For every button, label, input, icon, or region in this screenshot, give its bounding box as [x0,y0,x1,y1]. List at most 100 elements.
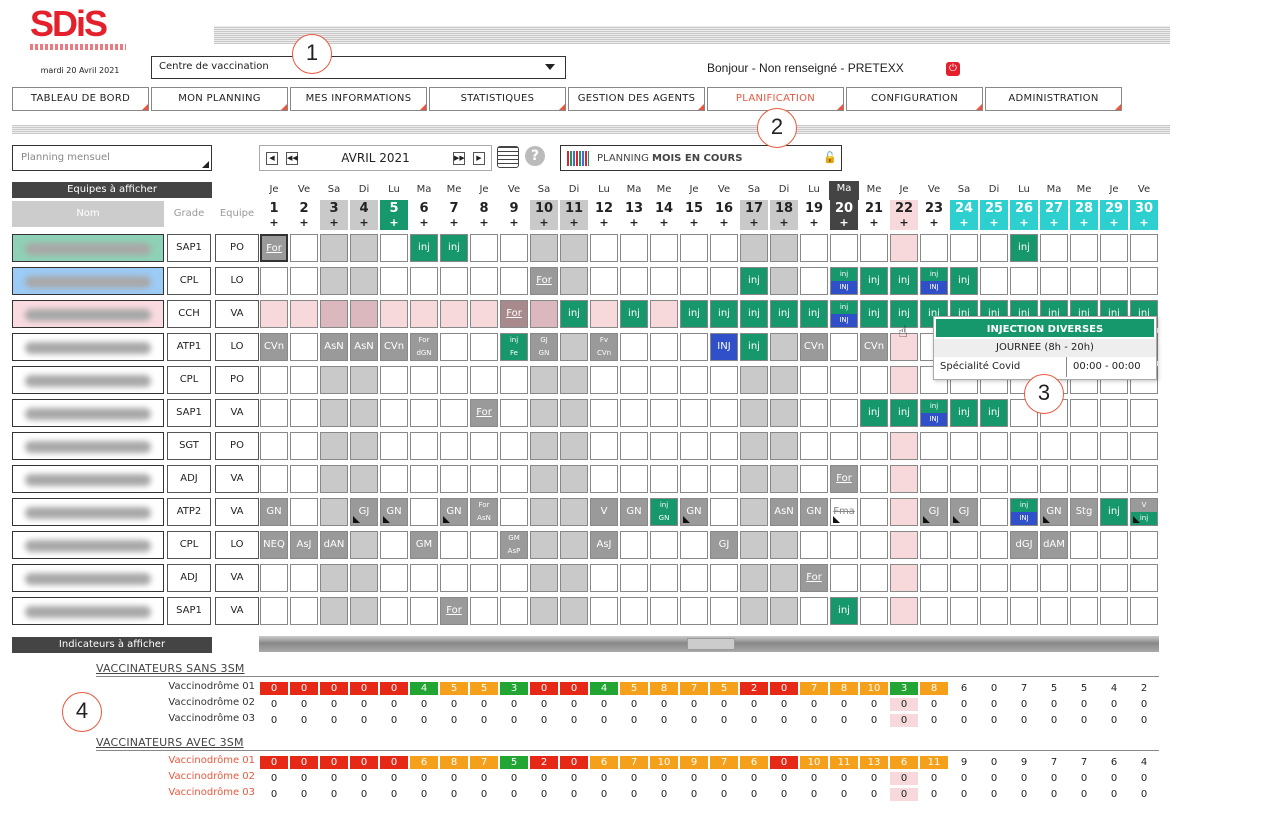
planning-cell[interactable] [890,234,918,262]
planning-cell[interactable] [410,498,438,526]
planning-cell[interactable]: For [440,597,468,625]
planning-cell[interactable] [590,399,618,427]
planning-cell[interactable] [380,564,408,592]
planning-cell[interactable]: NEQ [260,531,288,559]
add-shift-icon[interactable]: + [800,216,828,230]
planning-cell[interactable] [470,366,498,394]
planning-cell[interactable] [620,564,648,592]
planning-cell[interactable] [800,531,828,559]
planning-cell[interactable] [950,465,978,493]
planning-cell[interactable] [620,531,648,559]
day-header[interactable]: 7 + [440,200,468,230]
day-header[interactable]: 30 + [1130,200,1158,230]
planning-cell[interactable] [770,564,798,592]
planning-cell[interactable] [260,399,288,427]
splitter-handle-icon[interactable] [687,638,735,650]
planning-cell[interactable] [560,531,588,559]
planning-cell[interactable] [530,531,558,559]
day-header[interactable]: 4 + [350,200,378,230]
planning-cell[interactable] [1100,399,1128,427]
day-header[interactable]: 8 + [470,200,498,230]
planning-cell[interactable] [410,465,438,493]
planning-cell[interactable] [980,267,1008,295]
planning-cell[interactable] [620,234,648,262]
add-shift-icon[interactable]: + [1100,216,1128,230]
planning-cell[interactable] [470,267,498,295]
planning-cell[interactable]: GM AsP [500,531,528,559]
planning-cell[interactable] [440,333,468,361]
planning-cell[interactable] [950,531,978,559]
planning-cell[interactable]: inj [740,333,768,361]
planning-cell[interactable] [830,432,858,460]
planning-cell[interactable] [260,300,288,328]
planning-cell[interactable] [350,531,378,559]
planning-cell[interactable] [620,465,648,493]
planning-cell[interactable] [500,267,528,295]
day-header[interactable]: 27 + [1040,200,1068,230]
day-header[interactable]: 6 + [410,200,438,230]
col-header-nom[interactable]: Nom [12,201,164,227]
planning-cell[interactable] [530,465,558,493]
planning-cell[interactable] [920,465,948,493]
planning-cell[interactable]: inj [770,300,798,328]
planning-cell[interactable]: For [530,267,558,295]
planning-cell[interactable] [500,564,528,592]
planning-cell[interactable] [800,432,828,460]
planning-cell[interactable] [1100,564,1128,592]
planning-cell[interactable]: Stg [1070,498,1098,526]
planning-cell[interactable] [680,366,708,394]
planning-cell[interactable]: inj [1100,498,1128,526]
planning-cell[interactable]: inj [950,267,978,295]
day-header[interactable]: 22 + [890,200,918,230]
nav-tab[interactable]: CONFIGURATION [846,87,983,111]
planning-cell[interactable] [740,531,768,559]
planning-mode-select[interactable]: Planning mensuel [12,145,212,171]
prev-month-button[interactable]: ◀ [266,152,278,165]
planning-cell[interactable] [500,399,528,427]
planning-cell[interactable] [620,333,648,361]
planning-cell[interactable] [290,267,318,295]
planning-cell[interactable]: GN [1040,498,1068,526]
planning-cell[interactable] [650,465,678,493]
planning-cell[interactable] [350,564,378,592]
planning-cell[interactable] [680,597,708,625]
planning-cell[interactable] [860,432,888,460]
agent-name[interactable] [12,531,164,559]
add-shift-icon[interactable]: + [680,216,708,230]
planning-cell[interactable] [560,333,588,361]
planning-cell[interactable] [470,465,498,493]
planning-cell[interactable] [590,465,618,493]
planning-cell[interactable] [1130,465,1158,493]
planning-cell[interactable] [500,366,528,394]
planning-cell[interactable]: inj INJ [830,300,858,328]
planning-cell[interactable] [470,300,498,328]
add-shift-icon[interactable]: + [410,216,438,230]
planning-cell[interactable] [560,234,588,262]
planning-cell[interactable] [290,399,318,427]
planning-cell[interactable]: For AsN [470,498,498,526]
planning-cell[interactable] [680,267,708,295]
planning-cell[interactable] [290,597,318,625]
add-shift-icon[interactable]: + [830,216,858,230]
add-shift-icon[interactable]: + [350,216,378,230]
prev-year-button[interactable]: ◀◀ [286,152,298,165]
planning-cell[interactable] [1070,597,1098,625]
planning-cell[interactable]: CVn [860,333,888,361]
planning-cell[interactable] [320,498,348,526]
planning-cell[interactable] [1130,564,1158,592]
planning-cell[interactable] [1040,267,1068,295]
planning-cell[interactable] [260,597,288,625]
planning-cell[interactable]: AsN [350,333,378,361]
planning-cell[interactable]: AsJ [590,531,618,559]
planning-cell[interactable]: dGJ [1010,531,1038,559]
planning-cell[interactable] [500,234,528,262]
planning-cell[interactable]: For [500,300,528,328]
day-header[interactable]: 11 + [560,200,588,230]
indicator-section-title[interactable]: VACCINATEURS AVEC 3SM [96,736,1159,751]
planning-cell[interactable] [590,267,618,295]
day-header[interactable]: 10 + [530,200,558,230]
planning-cell[interactable] [1070,267,1098,295]
add-shift-icon[interactable]: + [500,216,528,230]
planning-cell[interactable] [950,597,978,625]
planning-cell[interactable] [320,597,348,625]
